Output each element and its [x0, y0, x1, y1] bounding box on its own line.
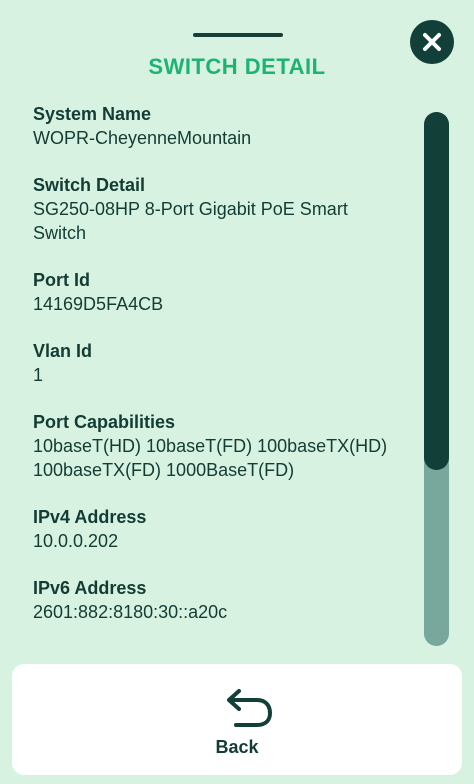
- port-id-label: Port Id: [33, 270, 90, 290]
- drag-handle[interactable]: [193, 33, 283, 37]
- port-id-value: 14169D5FA4CB: [33, 294, 164, 314]
- port-capabilities-field: Port Capabilities 10baseT(HD) 10baseT(FD…: [33, 410, 403, 482]
- ipv6-address-field: IPv6 Address 2601:882:8180:30::a20c: [33, 576, 403, 624]
- port-capabilities-value: 10baseT(HD) 10baseT(FD) 100baseTX(HD) 10…: [33, 436, 388, 480]
- back-button[interactable]: Back: [12, 664, 462, 775]
- close-button[interactable]: [410, 20, 454, 64]
- ipv6-address-label: IPv6 Address: [33, 578, 147, 598]
- ipv6-address-value: 2601:882:8180:30::a20c: [33, 602, 228, 622]
- page-title: SWITCH DETAIL: [148, 54, 326, 79]
- scrollbar-thumb[interactable]: [424, 112, 449, 470]
- scrollbar-track[interactable]: [424, 112, 449, 646]
- switch-details: System Name WOPR-CheyenneMountain Switch…: [33, 102, 403, 647]
- switch-detail-field: Switch Detail SG250-08HP 8-Port Gigabit …: [33, 173, 403, 245]
- ipv4-address-label: IPv4 Address: [33, 507, 147, 527]
- vlan-id-label: Vlan Id: [33, 341, 93, 361]
- vlan-id-field: Vlan Id 1: [33, 339, 403, 387]
- system-name-value: WOPR-CheyenneMountain: [33, 128, 252, 148]
- switch-detail-value: SG250-08HP 8-Port Gigabit PoE Smart Swit…: [33, 199, 348, 243]
- ipv4-address-field: IPv4 Address 10.0.0.202: [33, 505, 403, 553]
- port-capabilities-label: Port Capabilities: [33, 412, 176, 432]
- system-name-label: System Name: [33, 104, 152, 124]
- switch-detail-panel: SWITCH DETAIL System Name WOPR-CheyenneM…: [0, 0, 474, 784]
- back-arrow-icon: [227, 689, 272, 727]
- switch-detail-label: Switch Detail: [33, 175, 146, 195]
- close-icon: [423, 33, 441, 51]
- ipv4-address-value: 10.0.0.202: [33, 531, 119, 551]
- vlan-id-value: 1: [33, 365, 44, 385]
- port-id-field: Port Id 14169D5FA4CB: [33, 268, 403, 316]
- system-name-field: System Name WOPR-CheyenneMountain: [33, 102, 403, 150]
- back-label: Back: [215, 737, 259, 757]
